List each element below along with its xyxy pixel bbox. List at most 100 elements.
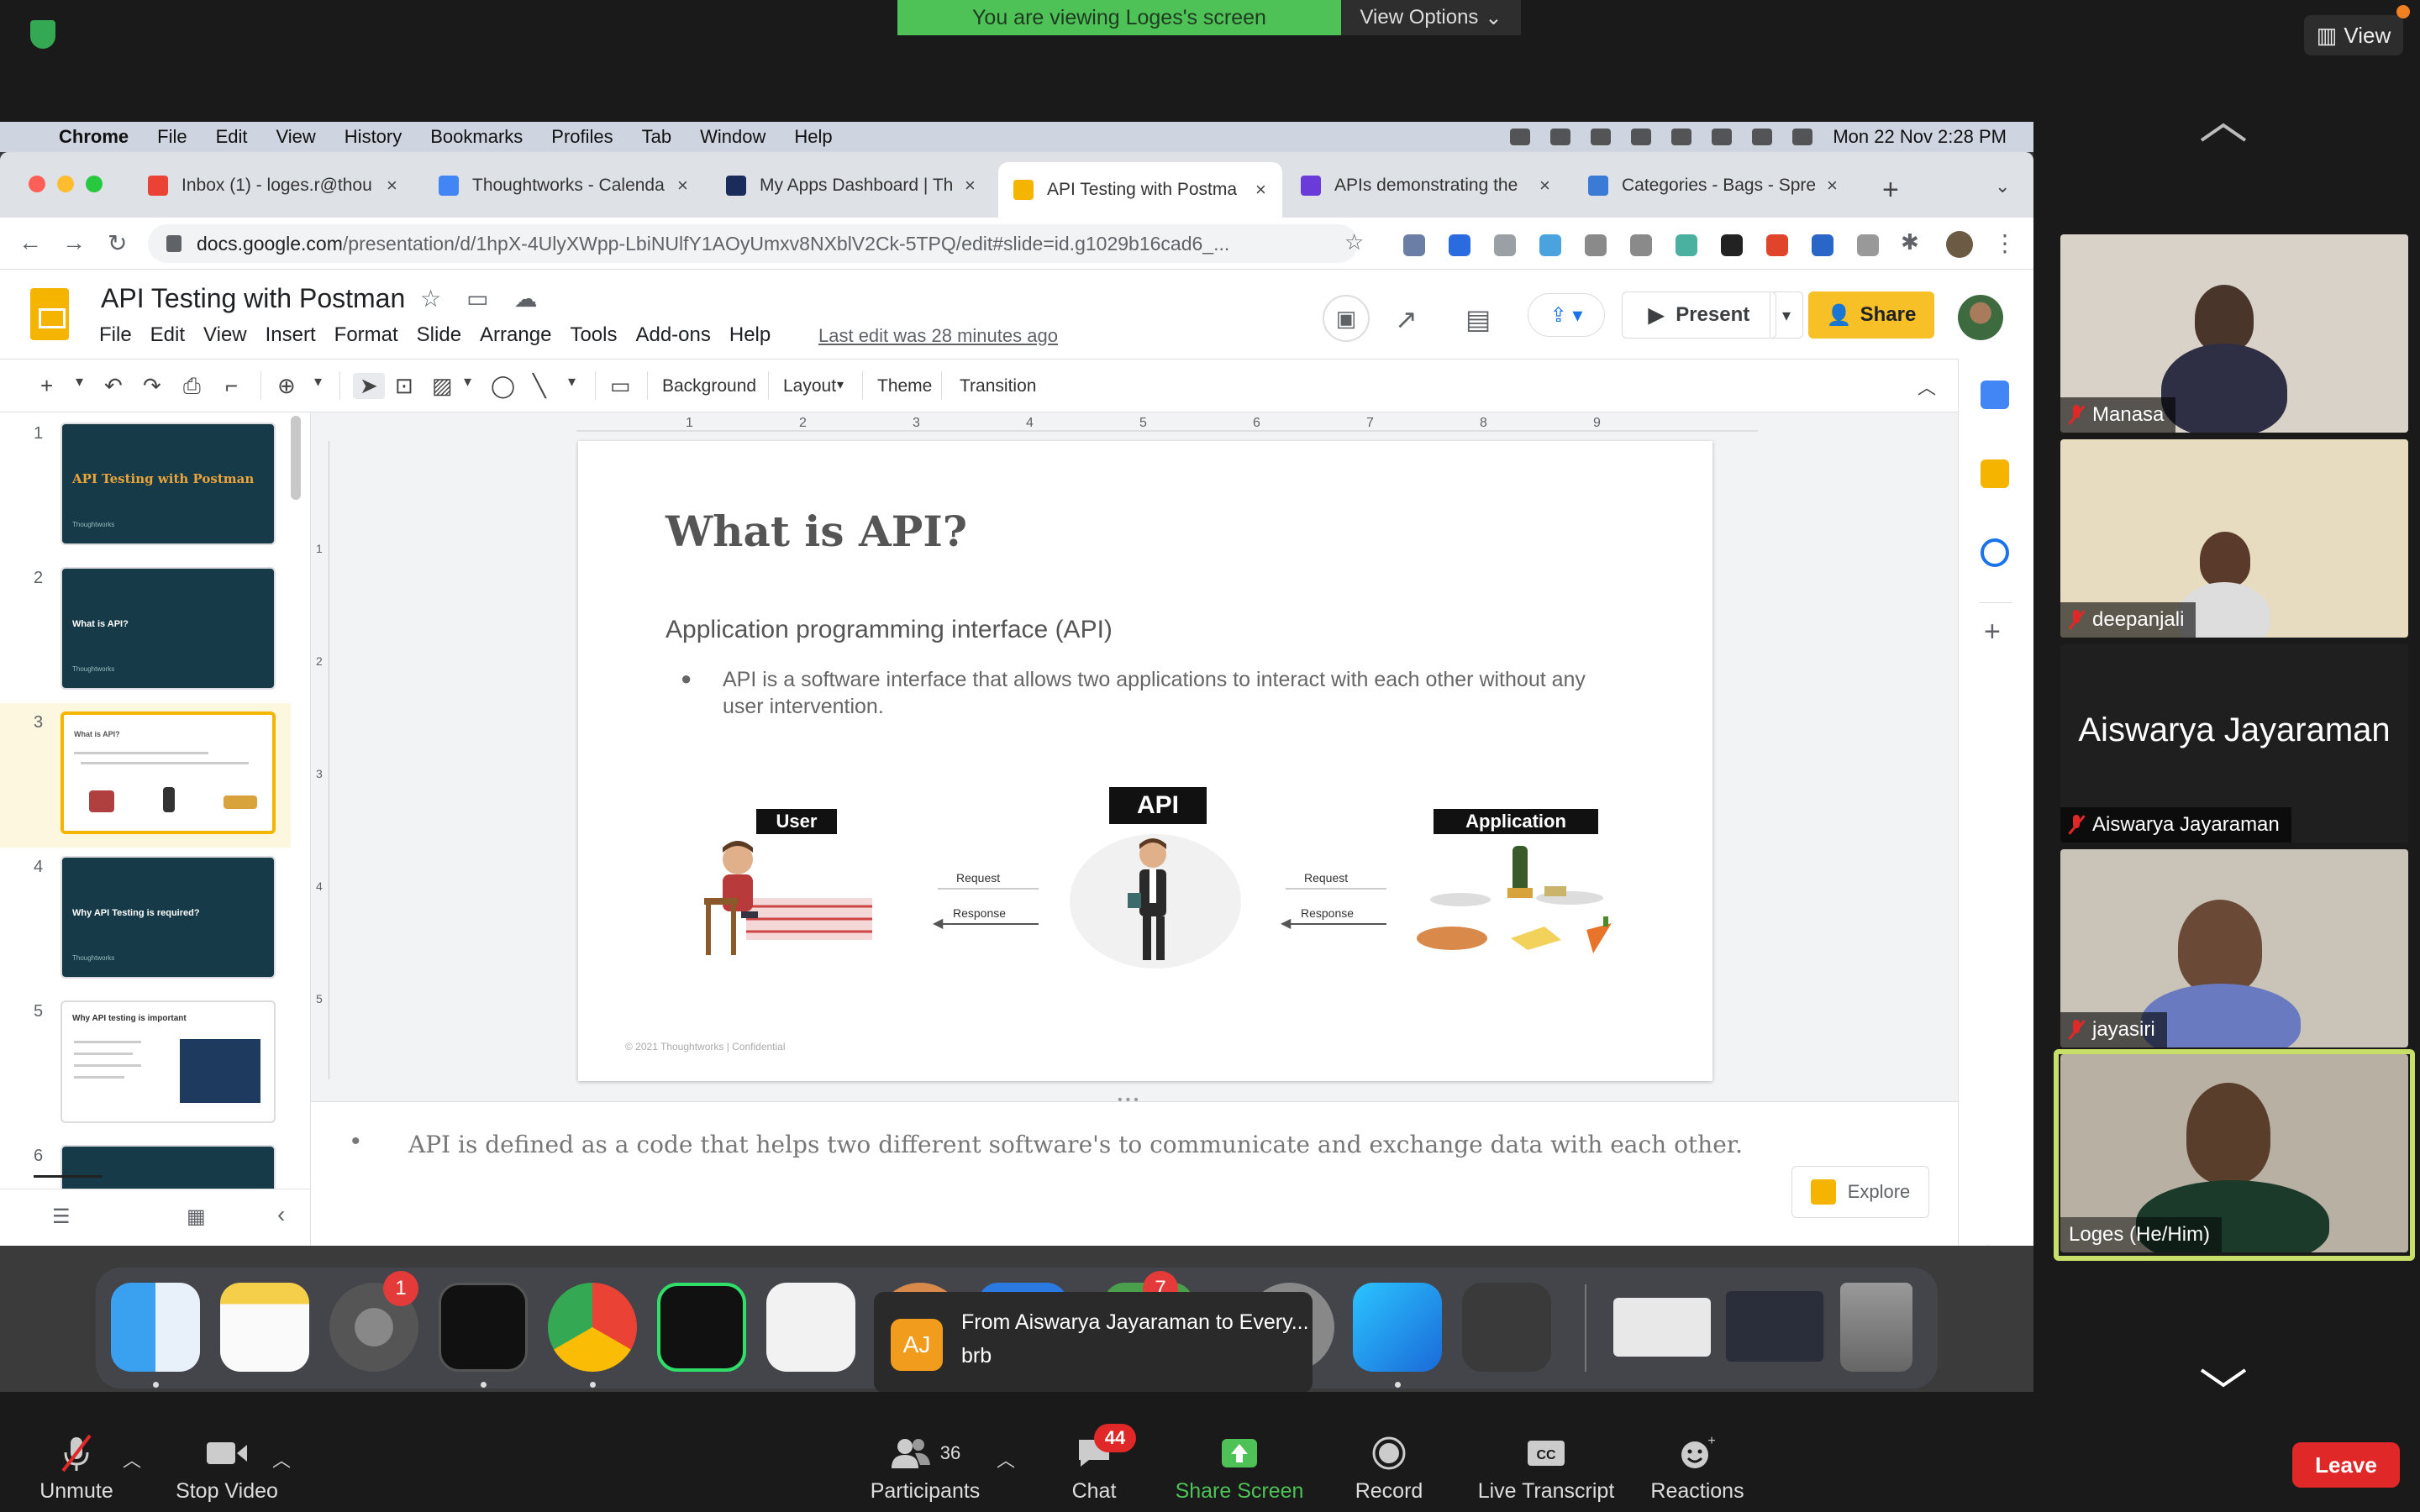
extension-icon[interactable] [1676,234,1697,256]
participants-options-caret[interactable]: ︿ [997,1446,1015,1473]
globe-icon[interactable] [1550,129,1571,145]
search-icon[interactable] [1712,129,1733,145]
account-avatar[interactable] [1958,295,2003,340]
slide-thumbnail[interactable]: Why API Testing is required? Thoughtwork… [60,856,276,979]
close-tab-icon[interactable]: × [1255,179,1266,201]
textedit-icon[interactable] [766,1283,855,1372]
tab-api-testing[interactable]: API Testing with Postma × [998,162,1282,218]
mac-menu-edit[interactable]: Edit [216,126,248,148]
video-tile[interactable]: Aiswarya Jayaraman Aiswarya Jayaraman [2060,644,2408,843]
close-tab-icon[interactable]: × [1827,175,1838,197]
theme-button[interactable]: Theme [877,376,932,396]
slide-thumbnail[interactable]: What is API? Thoughtworks [60,567,276,690]
live-transcript-button[interactable]: CC Live Transcript [1469,1434,1623,1504]
record-button[interactable]: Record [1349,1434,1428,1504]
select-cursor-icon[interactable]: ➤ [353,373,385,399]
docs-menu-slide[interactable]: Slide [417,323,461,347]
view-button[interactable]: ▥ View [2304,15,2403,55]
tab-apis-demo[interactable]: APIs demonstrating the × [1301,165,1561,206]
address-bar[interactable]: docs.google.com /presentation/d/1hpX-4Ul… [148,224,1358,263]
slide-thumbnail[interactable]: Why API testing is important [60,1000,276,1123]
video-tile[interactable]: jayasiri [2060,849,2408,1047]
participants-button[interactable]: 36 Participants [865,1434,985,1504]
activity-icon[interactable]: ↗ [1395,303,1418,335]
star-icon[interactable]: ☆ [420,285,441,312]
tab-calendar[interactable]: Thoughtworks - Calenda × [439,165,699,206]
image-icon[interactable]: ▨ [432,373,453,399]
mac-menu-history[interactable]: History [345,126,402,148]
finder-icon[interactable] [111,1283,200,1372]
back-icon[interactable]: ← [18,229,42,256]
mac-menu-tab[interactable]: Tab [642,126,671,148]
undo-icon[interactable]: ↶ [104,373,123,399]
document-title[interactable]: API Testing with Postman [101,283,405,314]
slide-subheading[interactable]: Application programming interface (API) [666,616,1113,644]
current-slide[interactable]: What is API? Application programming int… [578,441,1712,1081]
trash-icon[interactable] [1840,1283,1912,1372]
paint-format-icon[interactable]: ⌐ [225,373,238,399]
wifi-icon[interactable] [1671,129,1692,145]
tab-gmail[interactable]: Inbox (1) - loges.r@thou × [148,165,408,206]
cloud-icon[interactable]: ☁ [514,285,538,312]
transition-button[interactable]: Transition [960,376,1036,396]
meet-icon[interactable]: ▣ [1323,295,1370,342]
tasks-icon[interactable] [1981,538,2009,567]
tab-search-icon[interactable]: ⌄ [1995,176,2010,197]
docs-menu-addons[interactable]: Add-ons [635,323,710,347]
chat-notification[interactable]: AJ From Aiswarya Jayaraman to Every... b… [874,1292,1313,1393]
speaker-notes[interactable]: • API is defined as a code that helps tw… [311,1101,1958,1246]
extension-icon[interactable] [1494,234,1516,256]
redo-icon[interactable]: ↷ [143,373,161,399]
last-edit-link[interactable]: Last edit was 28 minutes ago [818,325,1058,347]
profile-avatar[interactable] [1946,231,1973,258]
webstorm-icon[interactable] [1353,1283,1442,1372]
menu-app-name[interactable]: Chrome [59,126,129,148]
collapse-filmstrip-icon[interactable]: ‹ [277,1201,285,1228]
docs-menu-file[interactable]: File [99,323,132,347]
chevron-up-icon[interactable] [2198,122,2249,142]
battery-icon[interactable] [1631,129,1652,145]
new-tab-icon[interactable]: + [1882,174,1899,207]
slide-thumbnail-selected[interactable]: What is API? [60,711,276,834]
siri-icon[interactable] [1792,129,1813,145]
chevron-down-icon[interactable]: ▾ [464,373,471,391]
notes-app-icon[interactable] [220,1283,309,1372]
chevron-down-icon[interactable]: ▾ [837,376,844,393]
mac-menu-view[interactable]: View [276,126,316,148]
maximize-window-icon[interactable] [86,176,103,192]
docs-menu-view[interactable]: View [203,323,247,347]
line-icon[interactable]: ╲ [533,373,546,399]
add-addon-icon[interactable]: + [1984,616,2001,648]
slide-heading[interactable]: What is API? [666,507,967,556]
close-tab-icon[interactable]: × [387,175,397,197]
audio-options-caret[interactable]: ︿ [123,1446,141,1473]
forward-icon[interactable]: → [62,229,86,256]
view-options-button[interactable]: View Options ⌄ [1341,0,1521,35]
add-comment-icon[interactable]: ▭ [610,373,631,399]
layout-button[interactable]: Layout [783,376,836,396]
docs-menu-format[interactable]: Format [334,323,398,347]
mac-menu-profiles[interactable]: Profiles [551,126,613,148]
share-button[interactable]: 👤 Share [1808,291,1934,339]
puzzle-icon[interactable]: ✱ [1901,229,1919,255]
extension-icon[interactable] [1403,234,1425,256]
mac-menu-window[interactable]: Window [700,126,765,148]
chrome-icon[interactable] [548,1283,637,1372]
control-center-icon[interactable] [1752,129,1773,145]
shape-icon[interactable]: ◯ [491,373,515,399]
extension-icon[interactable] [1721,234,1743,256]
pycharm-icon[interactable] [657,1283,746,1372]
filmstrip-scrollbar[interactable] [291,416,301,500]
chevron-up-icon[interactable]: ︿ [1918,373,1936,400]
explore-button[interactable]: Explore [1791,1166,1929,1218]
docs-menu-arrange[interactable]: Arrange [480,323,551,347]
mac-menu-bookmarks[interactable]: Bookmarks [430,126,523,148]
close-window-icon[interactable] [29,176,45,192]
grid-view-icon[interactable]: ▦ [187,1205,206,1229]
video-tile[interactable]: Manasa [2060,234,2408,433]
present-button[interactable]: ▶ Present [1622,291,1776,339]
camera-icon[interactable] [1630,234,1652,256]
unmute-button[interactable]: Unmute [32,1434,121,1504]
reload-icon[interactable]: ↻ [108,229,127,257]
present-options-button[interactable]: ▾ [1770,291,1803,339]
